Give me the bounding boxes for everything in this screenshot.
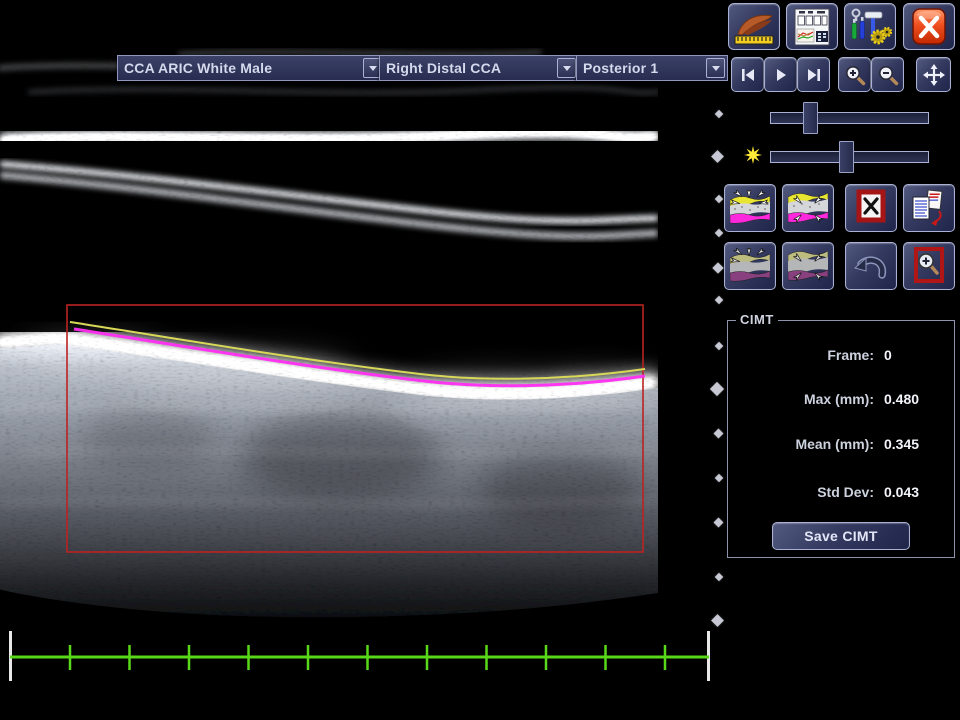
stddev-label: Std Dev: — [734, 484, 874, 500]
segment-dropdown-value: Right Distal CCA — [386, 60, 501, 76]
zoom-roi-button[interactable] — [903, 242, 955, 290]
frame-label: Frame: — [734, 347, 874, 363]
copy-report-button[interactable] — [903, 184, 955, 232]
diamond-bullet-icon — [711, 150, 724, 163]
play-icon — [773, 67, 789, 83]
diamond-bullet-icon — [710, 382, 724, 396]
diamond-bullet-icon — [715, 342, 723, 350]
chevron-down-icon — [369, 66, 377, 71]
tools-icon — [848, 7, 892, 47]
diamond-bullet-icon — [715, 474, 723, 482]
refine-far-wall-icon — [788, 190, 828, 226]
detect-far-wall-icon — [730, 190, 770, 226]
segment-dropdown-arrow-button[interactable] — [557, 58, 576, 78]
diamond-bullet-icon — [715, 573, 723, 581]
copy-pages-icon — [909, 189, 949, 227]
save-cimt-button[interactable]: Save CIMT — [772, 522, 910, 550]
cimt-application-window: CCA ARIC White Male Right Distal CCA Pos… — [0, 0, 960, 720]
mean-value: 0.345 — [884, 436, 919, 452]
measure-caliper-icon — [732, 7, 776, 47]
brightness-slider[interactable] — [770, 112, 929, 124]
diamond-bullet-icon — [714, 518, 724, 528]
diamond-bullet-icon — [715, 296, 723, 304]
last-frame-button[interactable] — [797, 57, 830, 92]
angle-dropdown[interactable]: Posterior 1 — [576, 55, 728, 81]
pan-arrows-icon — [923, 64, 945, 86]
cimt-panel-title: CIMT — [736, 312, 778, 327]
first-frame-button[interactable] — [731, 57, 764, 92]
frame-row: Frame: 0 — [728, 347, 954, 367]
undo-arrow-icon — [851, 247, 891, 285]
chevron-down-icon — [712, 66, 720, 71]
close-button[interactable] — [903, 3, 955, 50]
moon-brightness-icon — [741, 102, 761, 122]
report-button[interactable] — [786, 3, 838, 50]
max-row: Max (mm): 0.480 — [728, 391, 954, 411]
segment-dropdown[interactable]: Right Distal CCA — [379, 55, 579, 81]
angle-dropdown-value: Posterior 1 — [583, 60, 658, 76]
zoom-in-button[interactable] — [838, 57, 871, 92]
cimt-panel: CIMT Frame: 0 Max (mm): 0.480 Mean (mm):… — [727, 320, 955, 558]
report-page-icon — [790, 7, 834, 47]
max-value: 0.480 — [884, 391, 919, 407]
clear-trace-button[interactable] — [845, 184, 897, 232]
diamond-bullet-icon — [712, 262, 723, 273]
skip-end-icon — [806, 67, 822, 83]
settings-tools-button[interactable] — [844, 3, 896, 50]
refine-near-wall-icon — [788, 248, 828, 284]
stddev-row: Std Dev: 0.043 — [728, 484, 954, 504]
frame-value: 0 — [884, 347, 892, 363]
depth-scale-ruler — [0, 622, 720, 692]
contrast-slider[interactable] — [770, 151, 929, 163]
zoom-roi-icon — [909, 247, 949, 285]
diamond-bullet-icon — [715, 229, 723, 237]
detect-far-wall-button[interactable] — [724, 184, 776, 232]
zoom-out-icon — [877, 64, 899, 86]
sun-contrast-icon — [743, 145, 763, 165]
refine-far-wall-button[interactable] — [782, 184, 834, 232]
detect-near-wall-icon — [730, 248, 770, 284]
refine-near-wall-button[interactable] — [782, 242, 834, 290]
chevron-down-icon — [563, 66, 571, 71]
ultrasound-canvas — [0, 48, 658, 620]
clear-x-icon — [851, 189, 891, 227]
protocol-dropdown-value: CCA ARIC White Male — [124, 60, 272, 76]
diamond-bullet-icon — [715, 110, 723, 118]
mean-row: Mean (mm): 0.345 — [728, 436, 954, 456]
diamond-bullet-icon — [715, 195, 723, 203]
brightness-slider-handle[interactable] — [803, 102, 818, 134]
pan-button[interactable] — [916, 57, 951, 92]
zoom-out-button[interactable] — [871, 57, 904, 92]
angle-dropdown-arrow-button[interactable] — [706, 58, 725, 78]
detect-near-wall-button[interactable] — [724, 242, 776, 290]
zoom-in-icon — [844, 64, 866, 86]
ultrasound-image[interactable] — [0, 48, 658, 620]
play-button[interactable] — [764, 57, 797, 92]
contrast-slider-handle[interactable] — [839, 141, 854, 173]
mean-label: Mean (mm): — [734, 436, 874, 452]
diamond-bullet-icon — [714, 429, 724, 439]
max-label: Max (mm): — [734, 391, 874, 407]
protocol-dropdown[interactable]: CCA ARIC White Male — [117, 55, 385, 81]
undo-button[interactable] — [845, 242, 897, 290]
skip-start-icon — [740, 67, 756, 83]
close-icon — [907, 7, 951, 47]
stddev-value: 0.043 — [884, 484, 919, 500]
measure-tool-button[interactable] — [728, 3, 780, 50]
